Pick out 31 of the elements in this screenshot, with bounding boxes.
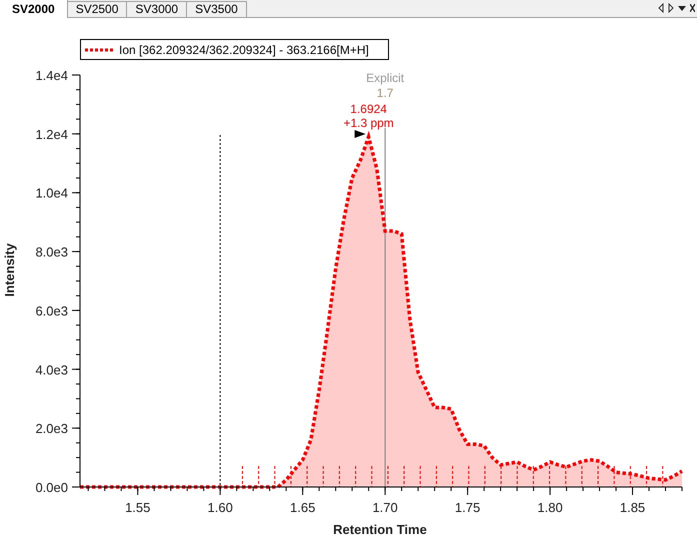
x-tick-label: 1.70 [372,500,398,515]
x-tick-label: 1.80 [537,500,563,515]
y-tick-label: 6.0e3 [35,303,68,318]
y-tick-label: 4.0e3 [35,362,68,378]
tab[interactable]: SV3500 [187,1,247,17]
annotation-label: +1.3 ppm [343,116,394,130]
annotation-label: 1.6924 [350,102,387,116]
x-tick-label: 1.55 [125,500,150,515]
tab[interactable]: SV3000 [127,1,188,17]
y-tick-label: 1.2e4 [35,126,68,142]
x-tick-label: 1.85 [620,500,646,515]
annotation-label: Explicit [366,71,404,85]
dropdown-icon[interactable] [678,6,686,10]
y-tick-label: 1.4e4 [35,68,68,83]
y-tick-label: 8.0e3 [35,244,68,260]
legend-label: Ion [362.209324/362.209324] - 363.2166[M+H] [119,42,369,56]
y-tick-label: 2.0e3 [35,421,68,436]
close-icon[interactable] [690,4,695,12]
tab[interactable]: SV2500 [68,1,128,17]
scroll-left-icon[interactable] [658,3,664,13]
x-tick-label: 1.60 [208,500,233,515]
y-tick-label: 0.0e0 [35,480,68,495]
x-tick-label: 1.75 [454,500,480,515]
annotation-label: 1.7 [376,86,394,100]
x-axis-title: Retention Time [333,522,427,537]
y-tick-label: 1.0e4 [35,186,68,201]
legend-swatch [85,48,113,52]
x-tick-label: 1.65 [290,500,316,515]
scroll-right-icon[interactable] [668,3,674,13]
tab[interactable]: SV2000 [0,0,68,18]
y-axis-title: Intensity [2,243,17,297]
